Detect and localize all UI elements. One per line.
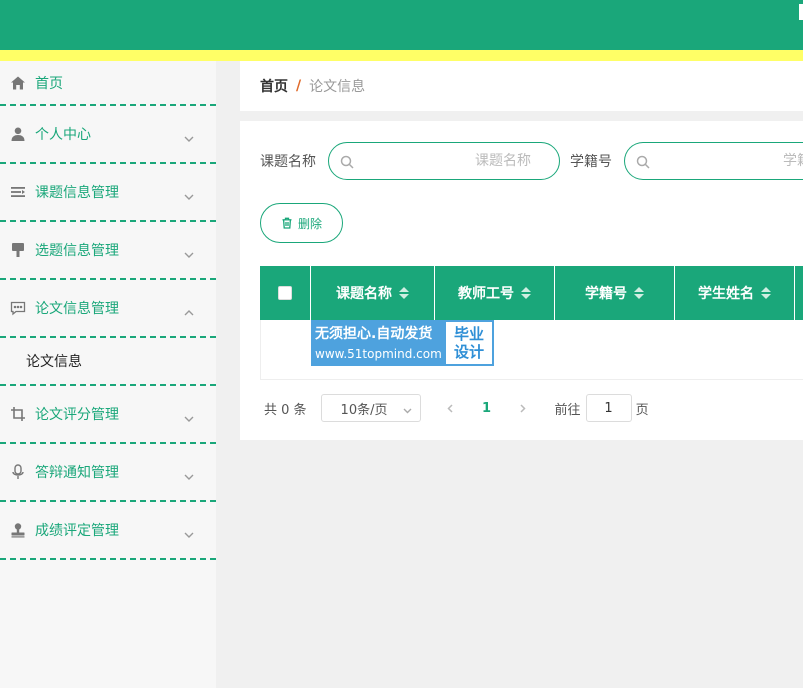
- page-size-select[interactable]: 10条/页: [320, 394, 421, 422]
- sidebar-subitem-thesis-info[interactable]: 论文信息: [0, 338, 216, 386]
- prev-page-button[interactable]: [441, 394, 461, 422]
- sidebar: 首页 个人中心 课题信息管理 选题信息管理 论文信息管理 论文信息 论文评分管理…: [0, 61, 216, 688]
- sort-icon[interactable]: [399, 287, 409, 299]
- goto-page-input[interactable]: [585, 394, 632, 422]
- pagination: 共 0 条 10条/页 1 前往 页: [264, 394, 649, 422]
- student-id-label: 学籍号: [570, 154, 612, 170]
- trash-icon: [281, 217, 293, 229]
- sidebar-item-defense-notice[interactable]: 答辩通知管理: [0, 444, 216, 502]
- chevron-left-icon: [447, 403, 453, 413]
- watermark-badge: 毕业 设计: [446, 322, 492, 364]
- topic-name-label: 课题名称: [260, 154, 316, 170]
- sidebar-item-label: 论文评分管理: [35, 407, 119, 423]
- chevron-down-icon: [184, 187, 194, 200]
- pagination-total: 共 0 条: [264, 402, 307, 418]
- sidebar-item-label: 课题信息管理: [35, 185, 119, 201]
- sidebar-item-label: 个人中心: [35, 127, 91, 143]
- sidebar-item-selection-management[interactable]: 选题信息管理: [0, 222, 216, 280]
- microphone-icon: [10, 464, 26, 480]
- stamp-icon: [10, 522, 26, 538]
- watermark-url: www.51topmind.com: [315, 347, 442, 361]
- list-icon: [10, 184, 26, 200]
- next-page-button[interactable]: [513, 394, 533, 422]
- select-all-checkbox[interactable]: [278, 286, 292, 300]
- delete-button-label: 删除: [297, 216, 322, 231]
- chat-icon: [10, 300, 26, 316]
- chevron-down-icon: [184, 409, 194, 422]
- sidebar-item-grade-management[interactable]: 成绩评定管理: [0, 502, 216, 560]
- sort-icon[interactable]: [761, 287, 771, 299]
- column-header-student-name[interactable]: 学生姓名: [675, 266, 795, 320]
- sort-icon[interactable]: [634, 287, 644, 299]
- sidebar-item-personal-center[interactable]: 个人中心: [0, 106, 216, 164]
- search-icon: [340, 154, 354, 169]
- sidebar-item-label: 首页: [35, 75, 63, 92]
- column-header-teacher-id[interactable]: 教师工号: [435, 266, 555, 320]
- sidebar-item-label: 论文信息管理: [35, 301, 119, 317]
- chevron-down-icon: [403, 404, 412, 414]
- user-icon: [10, 126, 26, 142]
- watermark-text: 无须担心.自动发货: [315, 326, 433, 342]
- page-number-current[interactable]: 1: [469, 401, 505, 416]
- sidebar-item-thesis-scoring[interactable]: 论文评分管理: [0, 386, 216, 444]
- sidebar-item-topic-management[interactable]: 课题信息管理: [0, 164, 216, 222]
- home-icon: [10, 75, 26, 91]
- header-accent-stripe: [0, 50, 803, 61]
- chevron-up-icon: [184, 303, 194, 316]
- sidebar-item-label: 答辩通知管理: [35, 465, 119, 481]
- chevron-down-icon: [184, 467, 194, 480]
- top-header: [0, 0, 803, 50]
- column-header-topic-name[interactable]: 课题名称: [311, 266, 435, 320]
- student-id-input[interactable]: [655, 144, 803, 178]
- chevron-down-icon: [184, 525, 194, 538]
- search-icon: [636, 154, 650, 169]
- brush-icon: [10, 242, 26, 258]
- select-all-cell: [260, 266, 311, 320]
- breadcrumb-home-link[interactable]: 首页: [260, 76, 288, 96]
- watermark-banner: 无须担心.自动发货 www.51topmind.com 毕业 设计: [311, 320, 494, 366]
- topic-name-input[interactable]: [359, 144, 531, 178]
- student-id-search-box: [624, 142, 803, 180]
- table-body: 无须担心.自动发货 www.51topmind.com 毕业 设计: [260, 320, 803, 380]
- topic-name-search-box: [328, 142, 560, 180]
- goto-label: 前往: [554, 402, 581, 418]
- chevron-down-icon: [184, 245, 194, 258]
- sidebar-item-label: 选题信息管理: [35, 243, 119, 259]
- breadcrumb-current: 论文信息: [309, 79, 366, 95]
- column-header-student-id[interactable]: 学籍号: [555, 266, 675, 320]
- column-header-overflow: [795, 266, 803, 320]
- sidebar-item-label: 成绩评定管理: [35, 523, 119, 539]
- chevron-right-icon: [520, 403, 526, 413]
- delete-button[interactable]: 删除: [260, 203, 343, 243]
- breadcrumb-separator: /: [296, 78, 302, 94]
- page-suffix: 页: [635, 402, 649, 418]
- table-header: 课题名称 教师工号 学籍号 学生姓名: [260, 266, 803, 320]
- breadcrumb: 首页 / 论文信息: [240, 61, 803, 111]
- header-edge-element: [799, 4, 803, 20]
- content-panel: 课题名称 学籍号 删除 课题名称 教师工号 学籍号 学生姓名: [240, 121, 803, 440]
- chevron-down-icon: [184, 129, 194, 142]
- sort-icon[interactable]: [521, 287, 531, 299]
- sidebar-item-home[interactable]: 首页: [0, 61, 216, 106]
- crop-icon: [10, 406, 26, 422]
- sidebar-item-thesis-management[interactable]: 论文信息管理: [0, 280, 216, 338]
